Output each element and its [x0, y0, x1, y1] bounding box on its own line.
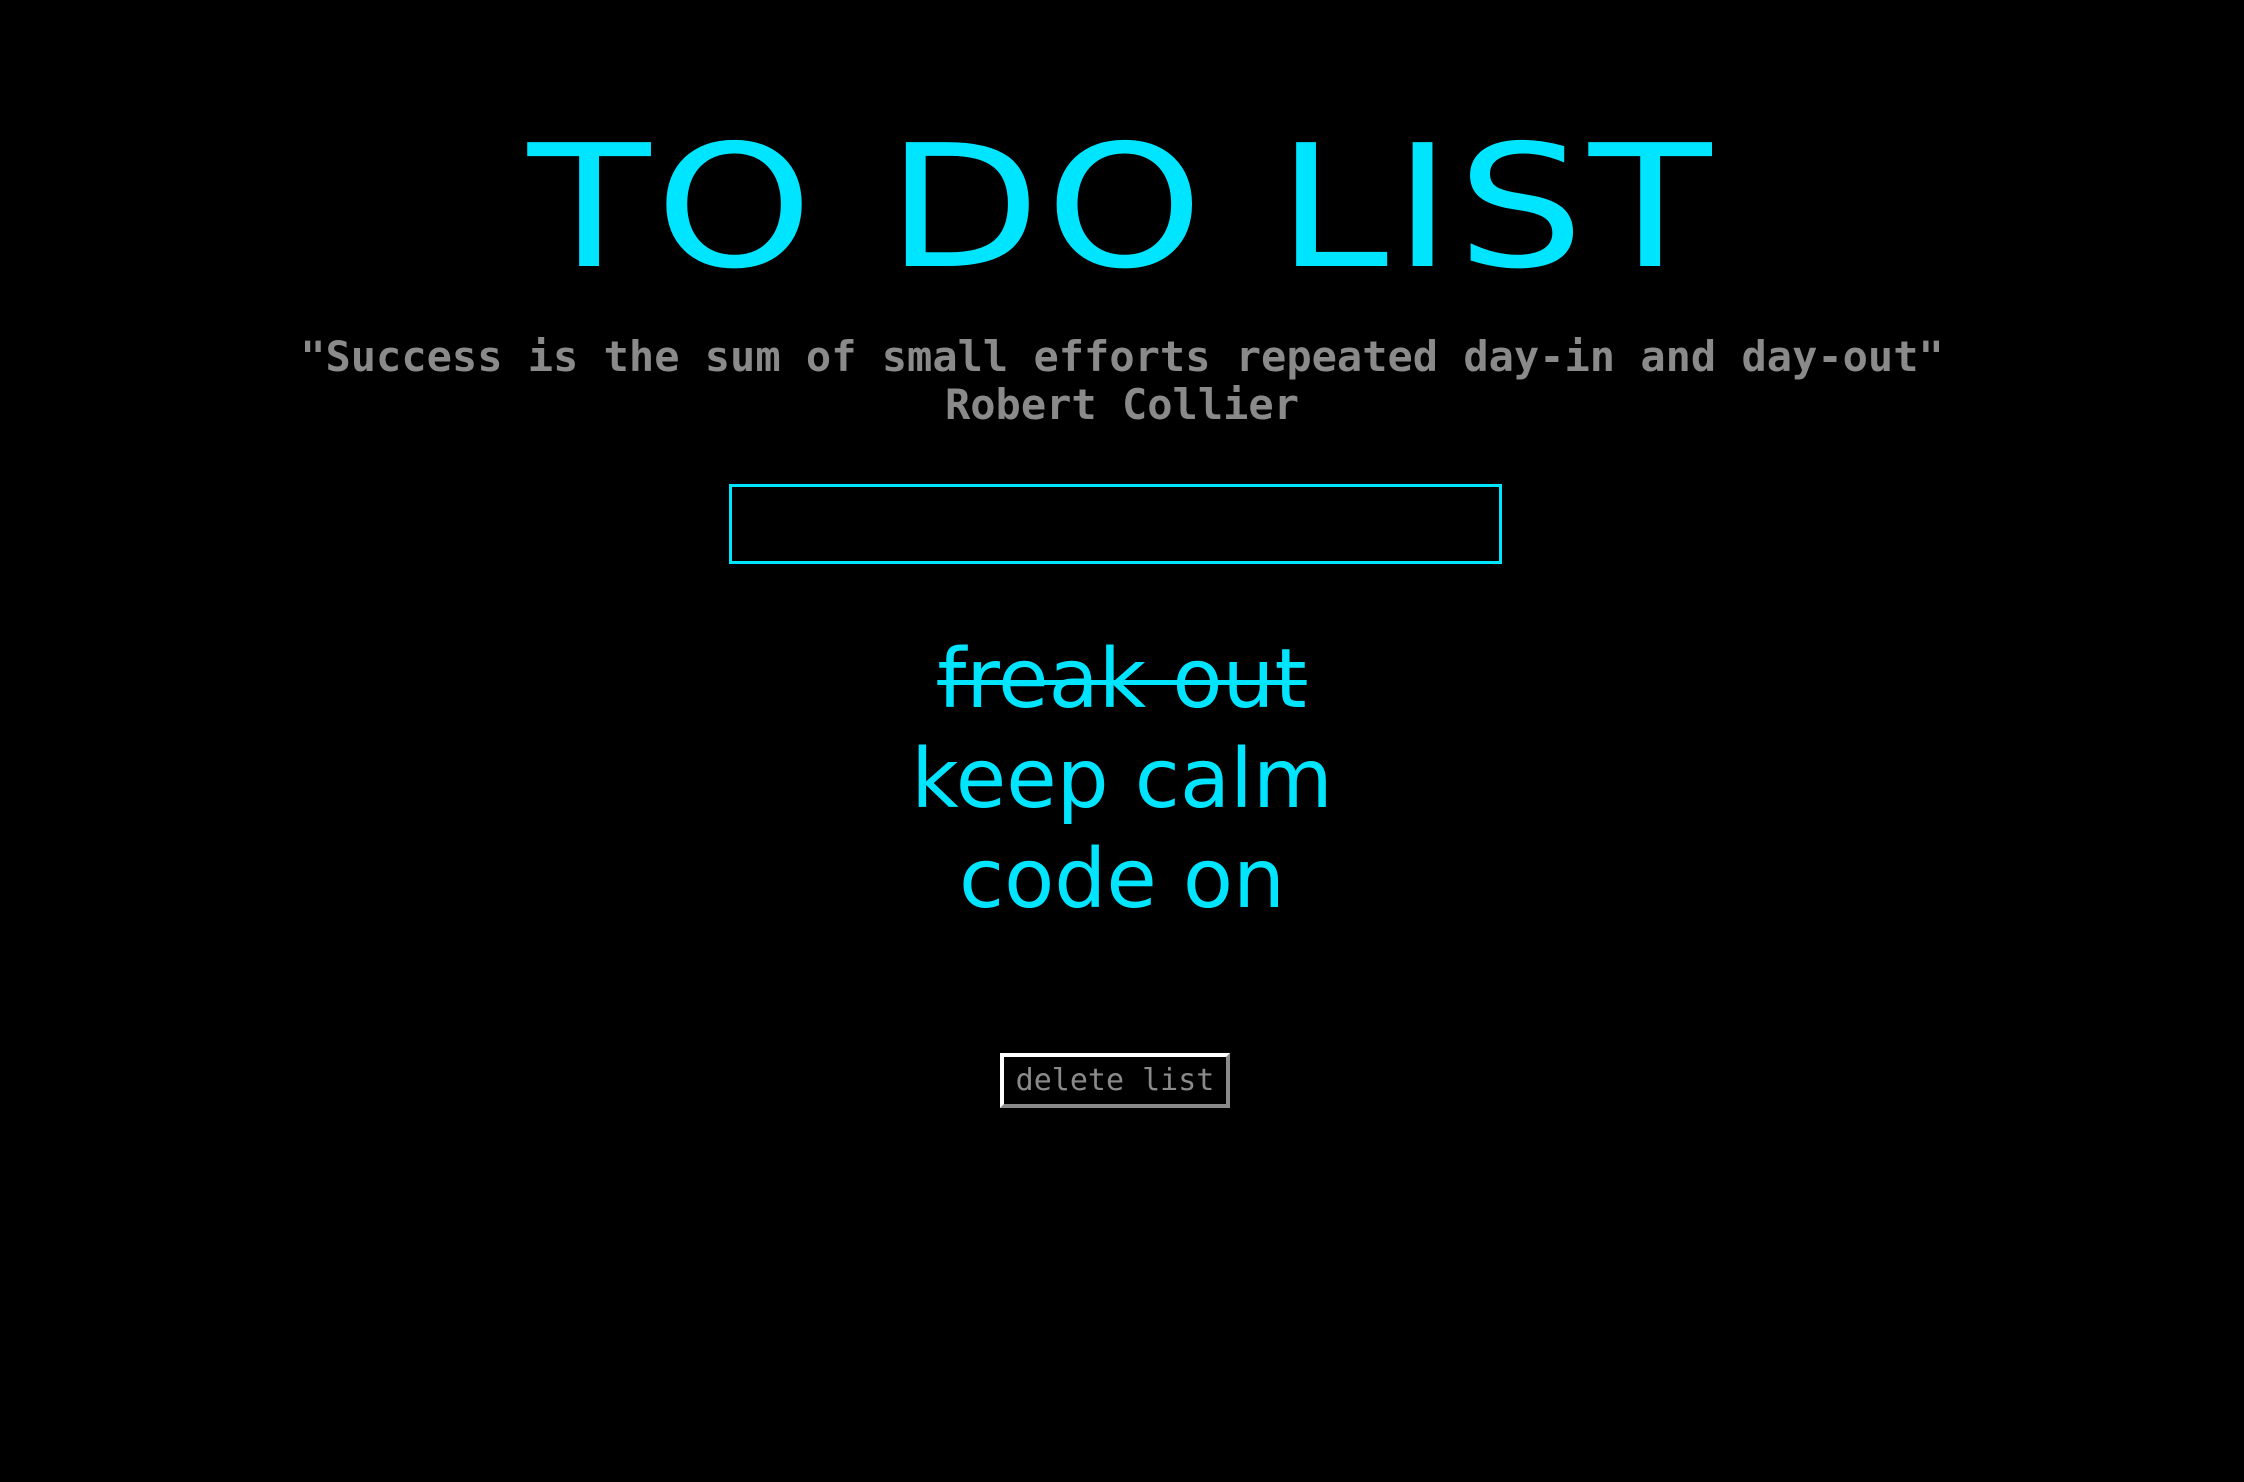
task-item[interactable]: freak out	[0, 630, 2244, 730]
page-title: TO DO LIST	[527, 109, 1717, 307]
task-list: freak out keep calm code on	[0, 630, 2244, 930]
task-item[interactable]: code on	[0, 830, 2244, 930]
quote-text: "Success is the sum of small efforts rep…	[300, 332, 1944, 381]
task-item[interactable]: keep calm	[0, 730, 2244, 830]
quote-author: Robert Collier	[944, 380, 1299, 429]
new-task-input[interactable]	[729, 484, 1502, 564]
todo-app: TO DO LIST "Success is the sum of small …	[0, 0, 2244, 1482]
delete-list-button[interactable]: delete list	[1000, 1053, 1230, 1108]
